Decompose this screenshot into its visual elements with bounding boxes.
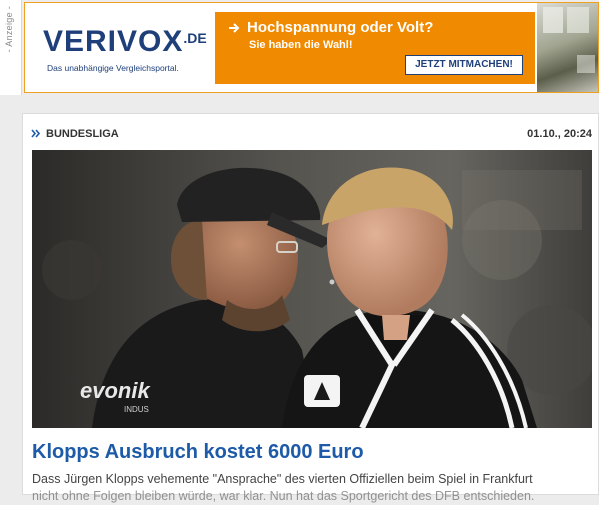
double-chevron-right-icon [31, 129, 41, 138]
article-meta: BUNDESLIGA 01.10., 20:24 [31, 128, 592, 144]
jersey-sponsor-text: evonik [80, 378, 151, 403]
article-photo[interactable]: evonik INDUS [32, 150, 592, 428]
arrow-right-icon [229, 23, 240, 33]
ad-headline: Hochspannung oder Volt? [247, 19, 434, 36]
ad-tagline: Das unabhängige Vergleichsportal. [47, 63, 179, 73]
ad-subline: Sie haben die Wahl! [249, 39, 353, 51]
category-label: BUNDESLIGA [46, 128, 119, 140]
article-timestamp: 01.10., 20:24 [527, 128, 592, 140]
article-card[interactable]: BUNDESLIGA 01.10., 20:24 evonik INDUS Kl… [22, 113, 599, 503]
article-photo-illustration: evonik INDUS [32, 150, 592, 428]
ad-label-text: - Anzeige - [4, 6, 14, 53]
article-teaser: Dass Jürgen Klopps vehemente "Ansprache"… [32, 472, 533, 486]
jersey-sponsor-sub: INDUS [124, 405, 149, 414]
logo-tld: .DE [183, 30, 207, 46]
ad-label: - Anzeige - [0, 0, 22, 95]
logo-brand-name: VERIVOX [43, 25, 184, 58]
ad-banner[interactable]: VERIVOX.DE Das unabhängige Vergleichspor… [24, 2, 599, 93]
ad-cta-button[interactable]: JETZT MITMACHEN! [405, 55, 523, 75]
verivox-logo[interactable]: VERIVOX.DE [43, 25, 207, 59]
ad-photo[interactable] [537, 3, 598, 92]
article-teaser-continued: nicht ohne Folgen bleiben würde, war kla… [32, 489, 535, 503]
ad-promo-box[interactable]: Hochspannung oder Volt? Sie haben die Wa… [215, 12, 535, 84]
ad-logo-area[interactable]: VERIVOX.DE Das unabhängige Vergleichspor… [25, 3, 213, 92]
article-title[interactable]: Klopps Ausbruch kostet 6000 Euro [32, 441, 364, 464]
article-category[interactable]: BUNDESLIGA [31, 128, 119, 140]
